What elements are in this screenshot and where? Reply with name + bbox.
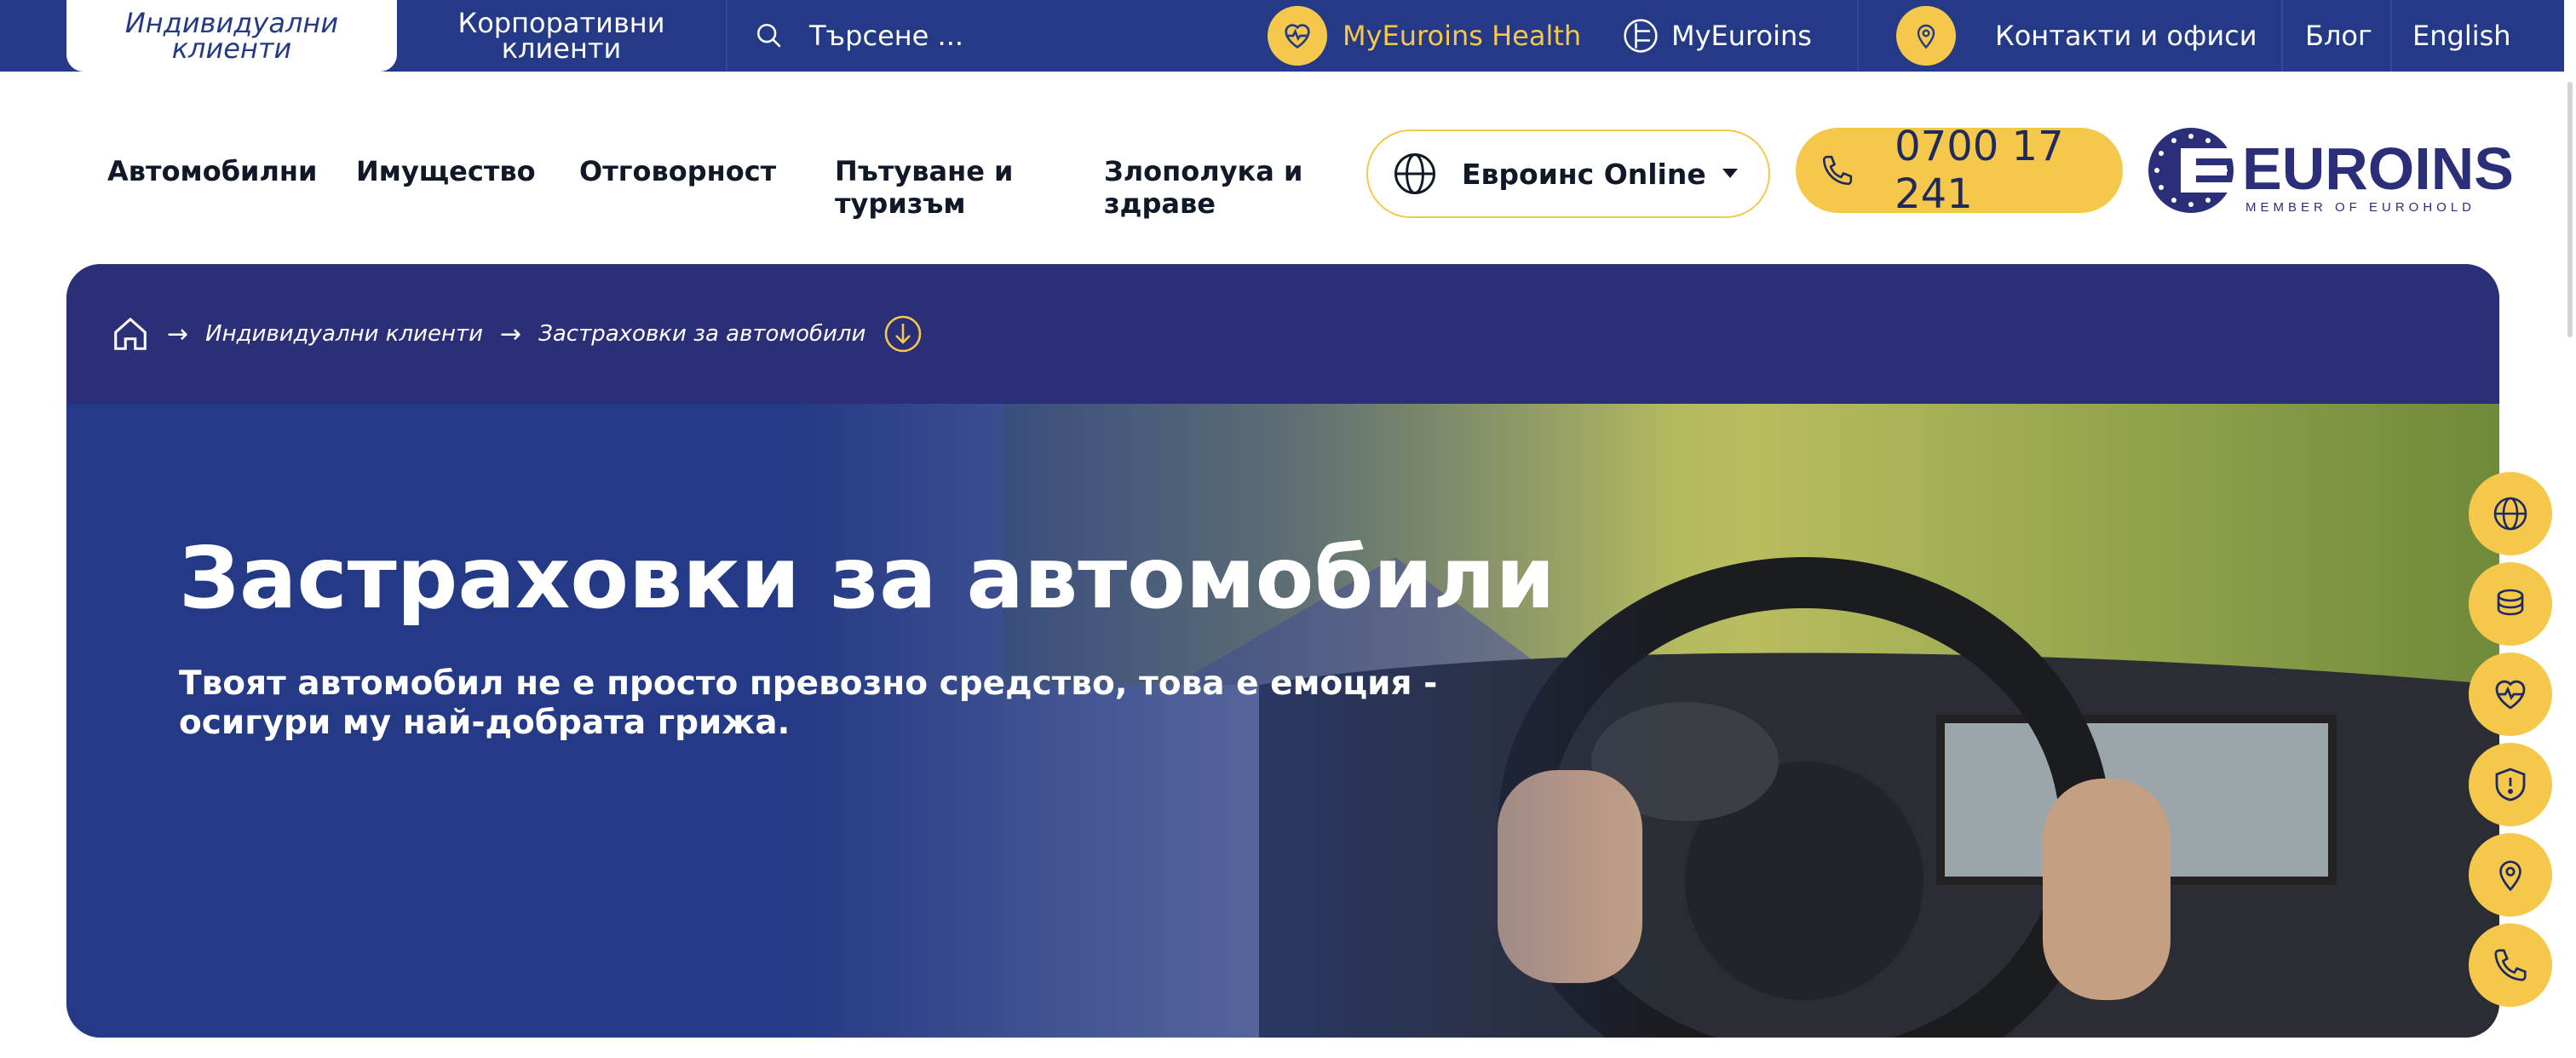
myeuroins-link[interactable]: MyEuroins xyxy=(1622,0,1812,72)
tab-individual-clients[interactable]: Индивидуални клиенти xyxy=(66,0,397,72)
divider xyxy=(2390,0,2392,72)
top-bar: Индивидуални клиенти Корпоративни клиент… xyxy=(0,0,2576,72)
euroins-online-dropdown[interactable]: Евроинс Online xyxy=(1366,129,1770,218)
floating-online-button[interactable] xyxy=(2469,472,2552,555)
logo-tagline: MEMBER OF EUROHOLD xyxy=(2245,200,2475,215)
chevron-down-icon xyxy=(1722,169,1738,178)
home-icon[interactable] xyxy=(111,314,150,354)
euroins-online-label: Евроинс Online xyxy=(1462,157,1706,191)
breadcrumb: → Индивидуални клиенти → Застраховки за … xyxy=(66,264,2499,404)
arrow-down-circle-icon[interactable] xyxy=(883,313,923,354)
breadcrumb-item-individual[interactable]: Индивидуални клиенти xyxy=(205,321,483,347)
tab-corporate-label: Корпоративни клиенти xyxy=(457,7,665,65)
heart-pulse-icon xyxy=(1268,6,1327,66)
floating-health-button[interactable] xyxy=(2469,653,2552,736)
divider xyxy=(1857,0,1859,72)
floating-payments-button[interactable] xyxy=(2469,562,2552,646)
floating-call-button[interactable] xyxy=(2469,923,2552,1007)
search-icon xyxy=(756,23,781,48)
blog-label: Блог xyxy=(2305,20,2372,52)
nav-item-accident-health[interactable]: Злополука и здраве xyxy=(1104,155,1325,220)
search-field[interactable]: Търсене ... xyxy=(755,0,963,72)
nav-item-property[interactable]: Имущество xyxy=(356,155,536,187)
phone-icon xyxy=(1822,155,1853,186)
arrow-right-icon: → xyxy=(167,319,189,349)
location-pin-icon xyxy=(1896,6,1956,66)
myeuroins-logo-icon xyxy=(1624,19,1658,53)
myeuroins-health-link[interactable]: MyEuroins Health xyxy=(1268,0,1581,72)
tab-individual-label: Индивидуални клиенти xyxy=(124,7,339,65)
heart-pulse-icon xyxy=(2495,680,2526,710)
euroins-logo[interactable]: EUROINS MEMBER OF EUROHOLD xyxy=(2147,124,2514,218)
contacts-link[interactable]: Контакти и офиси xyxy=(1896,0,2257,72)
eu-stars-logo-icon xyxy=(2148,128,2234,213)
hero-title: Застраховки за автомобили xyxy=(179,528,1555,628)
hero-section: → Индивидуални клиенти → Застраховки за … xyxy=(66,264,2499,1038)
phone-icon xyxy=(2494,949,2527,981)
location-pin-icon xyxy=(2499,860,2521,892)
myeuroins-label: MyEuroins xyxy=(1671,20,1812,52)
arrow-right-icon: → xyxy=(500,319,522,349)
tab-corporate-clients[interactable]: Корпоративни клиенти xyxy=(397,0,726,72)
floating-offices-button[interactable] xyxy=(2469,833,2552,917)
coins-icon xyxy=(2497,589,2524,616)
divider xyxy=(726,0,727,72)
globe-icon xyxy=(2493,497,2527,531)
scrollbar-thumb[interactable] xyxy=(2567,82,2573,337)
english-label: English xyxy=(2412,20,2511,52)
logo-wordmark: EUROINS xyxy=(2242,135,2513,202)
nav-item-automobiles[interactable]: Автомобилни xyxy=(107,155,317,187)
blog-link[interactable]: Блог xyxy=(2305,0,2372,72)
nav-item-travel[interactable]: Пътуване и туризъм xyxy=(835,155,1056,220)
divider xyxy=(2281,0,2283,72)
phone-button[interactable]: 0700 17 241 xyxy=(1796,123,2123,218)
myeuroins-health-label: MyEuroins Health xyxy=(1343,20,1582,52)
search-placeholder: Търсене ... xyxy=(809,20,964,52)
contacts-label: Контакти и офиси xyxy=(1995,20,2257,52)
phone-number: 0700 17 241 xyxy=(1895,123,2064,218)
globe-icon xyxy=(1394,153,1435,194)
hero-subtitle: Твоят автомобил не е просто превозно сре… xyxy=(179,664,1438,742)
nav-item-liability[interactable]: Отговорност xyxy=(579,155,776,187)
shield-alert-icon xyxy=(2495,768,2526,802)
floating-claims-button[interactable] xyxy=(2469,743,2552,826)
language-english-link[interactable]: English xyxy=(2412,0,2511,72)
breadcrumb-item-car-insurance: Застраховки за автомобили xyxy=(538,321,866,347)
